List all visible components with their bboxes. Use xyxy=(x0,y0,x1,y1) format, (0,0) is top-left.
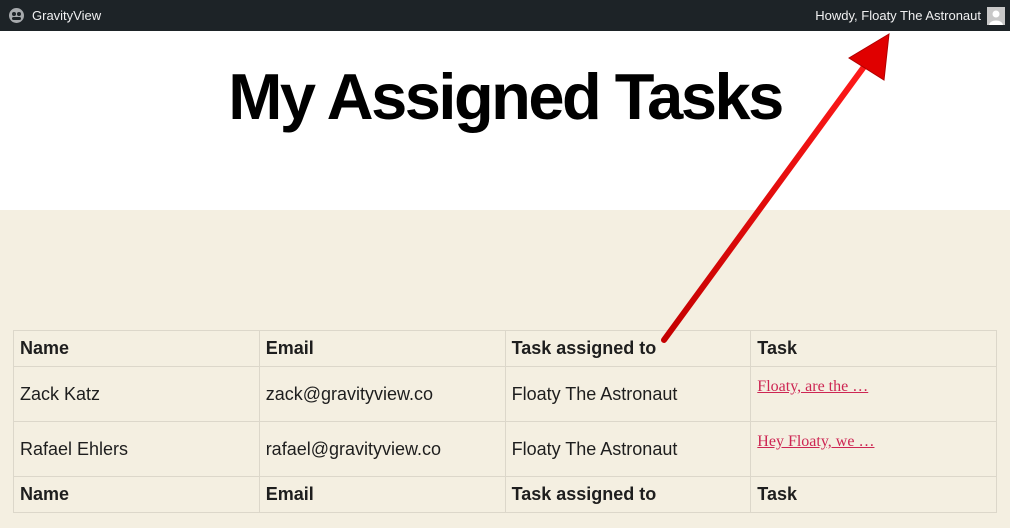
column-header-assigned-to[interactable]: Task assigned to xyxy=(504,330,752,367)
cell-name: Rafael Ehlers xyxy=(13,421,260,477)
cell-task: Hey Floaty, we … xyxy=(750,421,997,477)
admin-bar: GravityView Howdy, Floaty The Astronaut xyxy=(0,0,1010,31)
column-footer-email: Email xyxy=(258,476,506,513)
column-footer-name: Name xyxy=(13,476,260,513)
table-row: Zack Katz zack@gravityview.co Floaty The… xyxy=(13,366,997,422)
table-row: Rafael Ehlers rafael@gravityview.co Floa… xyxy=(13,421,997,477)
cell-assigned-to: Floaty The Astronaut xyxy=(504,366,752,422)
column-header-task[interactable]: Task xyxy=(750,330,997,367)
column-header-name[interactable]: Name xyxy=(13,330,260,367)
cell-task: Floaty, are the … xyxy=(750,366,997,422)
cell-email: zack@gravityview.co xyxy=(258,366,506,422)
page-header: My Assigned Tasks xyxy=(0,31,1010,210)
cell-name: Zack Katz xyxy=(13,366,260,422)
table-footer-row: Name Email Task assigned to Task xyxy=(13,476,997,513)
site-name[interactable]: GravityView xyxy=(32,8,101,23)
task-link[interactable]: Floaty, are the … xyxy=(757,378,868,395)
howdy-greeting[interactable]: Howdy, Floaty The Astronaut xyxy=(815,8,981,23)
assigned-tasks-table: Name Email Task assigned to Task Zack Ka… xyxy=(13,330,997,513)
gravityview-logo-icon xyxy=(8,7,25,24)
cell-assigned-to: Floaty The Astronaut xyxy=(504,421,752,477)
site-menu[interactable]: GravityView xyxy=(8,7,101,24)
page-title: My Assigned Tasks xyxy=(228,60,784,133)
column-header-email[interactable]: Email xyxy=(258,330,506,367)
account-menu[interactable]: Howdy, Floaty The Astronaut xyxy=(815,6,1005,25)
user-avatar-icon[interactable] xyxy=(987,6,1005,25)
cell-email: rafael@gravityview.co xyxy=(258,421,506,477)
column-footer-assigned-to: Task assigned to xyxy=(504,476,752,513)
column-footer-task: Task xyxy=(750,476,997,513)
table-header-row: Name Email Task assigned to Task xyxy=(13,330,997,367)
task-link[interactable]: Hey Floaty, we … xyxy=(757,433,874,450)
